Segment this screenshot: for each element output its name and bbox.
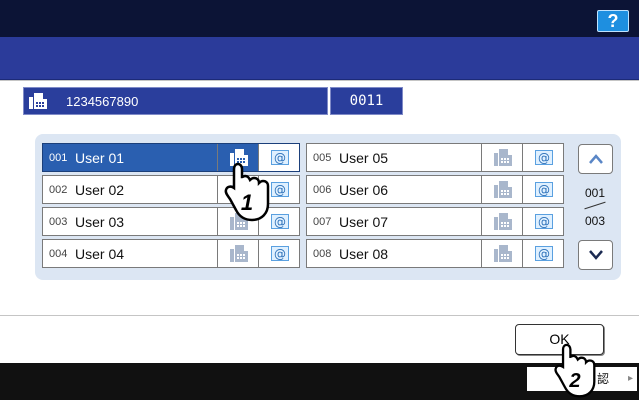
email-icon: @ (271, 182, 289, 197)
email-icon: @ (535, 214, 553, 229)
email-icon: @ (535, 150, 553, 165)
email-icon: @ (271, 246, 289, 261)
fax-icon (494, 213, 512, 230)
email-toggle-button[interactable]: @ (522, 240, 563, 267)
address-row[interactable]: 008 User 08 @ (306, 239, 564, 268)
title-band (0, 37, 639, 80)
fax-toggle-button[interactable] (481, 144, 522, 171)
step-1-label: 1 (241, 190, 253, 215)
chevron-up-icon (589, 154, 603, 164)
fax-number-value: 1234567890 (66, 94, 139, 109)
address-row-number: 007 (313, 216, 332, 228)
page-indicator: 001 003 (580, 178, 610, 234)
svg-text:@: @ (274, 183, 286, 197)
page-current: 001 (584, 186, 606, 200)
address-row-name: User 02 (75, 182, 125, 198)
address-row-number: 004 (49, 248, 68, 260)
svg-text:@: @ (274, 247, 286, 261)
address-row-name: User 07 (339, 214, 389, 230)
fax-toggle-button[interactable] (481, 208, 522, 235)
top-bar (0, 0, 639, 37)
scroll-up-button[interactable] (578, 144, 613, 174)
address-row-number: 001 (49, 152, 68, 164)
address-row-name: User 03 (75, 214, 125, 230)
svg-text:@: @ (538, 151, 550, 165)
destination-count: 0011 (330, 87, 403, 115)
email-toggle-button[interactable]: @ (258, 240, 299, 267)
fax-icon (230, 245, 248, 262)
scroll-down-button[interactable] (578, 240, 613, 270)
chevron-down-icon (589, 250, 603, 260)
address-row-name: User 01 (75, 150, 125, 166)
address-row[interactable]: 007 User 07 @ (306, 207, 564, 236)
address-row-number: 005 (313, 152, 332, 164)
email-icon: @ (271, 150, 289, 165)
hand-pointer-icon: 2 (554, 343, 596, 398)
address-row-number: 008 (313, 248, 332, 260)
address-row[interactable]: 004 User 04 @ (42, 239, 300, 268)
page-total: 003 (584, 214, 606, 228)
fax-toggle-button[interactable] (481, 176, 522, 203)
address-row-number: 003 (49, 216, 68, 228)
help-button[interactable]: ? (597, 10, 629, 32)
fax-icon (29, 93, 47, 109)
address-row[interactable]: 006 User 06 @ (306, 175, 564, 204)
page-divider (584, 201, 606, 210)
email-icon: @ (271, 214, 289, 229)
address-row-number: 002 (49, 184, 68, 196)
fax-number-field[interactable]: 1234567890 (23, 87, 328, 115)
hand-pointer-icon: 1 (224, 162, 270, 222)
fax-icon (494, 181, 512, 198)
svg-text:@: @ (538, 215, 550, 229)
address-row-name: User 05 (339, 150, 389, 166)
email-toggle-button[interactable]: @ (522, 144, 563, 171)
fax-icon (494, 149, 512, 166)
svg-text:@: @ (538, 247, 550, 261)
email-icon: @ (535, 182, 553, 197)
svg-text:@: @ (274, 215, 286, 229)
fax-toggle-button[interactable] (481, 240, 522, 267)
divider-bottom (0, 315, 639, 316)
step-2-label: 2 (568, 370, 581, 392)
confirm-label: 認 (597, 372, 610, 386)
fax-toggle-button[interactable] (217, 240, 258, 267)
tab-arrow-icon: ▸ (627, 373, 633, 384)
divider (0, 80, 639, 81)
fax-icon (494, 245, 512, 262)
address-row-name: User 06 (339, 182, 389, 198)
email-icon: @ (535, 246, 553, 261)
address-row-name: User 08 (339, 246, 389, 262)
email-toggle-button[interactable]: @ (522, 176, 563, 203)
address-row[interactable]: 005 User 05 @ (306, 143, 564, 172)
address-row-number: 006 (313, 184, 332, 196)
svg-text:@: @ (538, 183, 550, 197)
email-toggle-button[interactable]: @ (522, 208, 563, 235)
address-row-name: User 04 (75, 246, 125, 262)
svg-text:@: @ (274, 151, 286, 165)
